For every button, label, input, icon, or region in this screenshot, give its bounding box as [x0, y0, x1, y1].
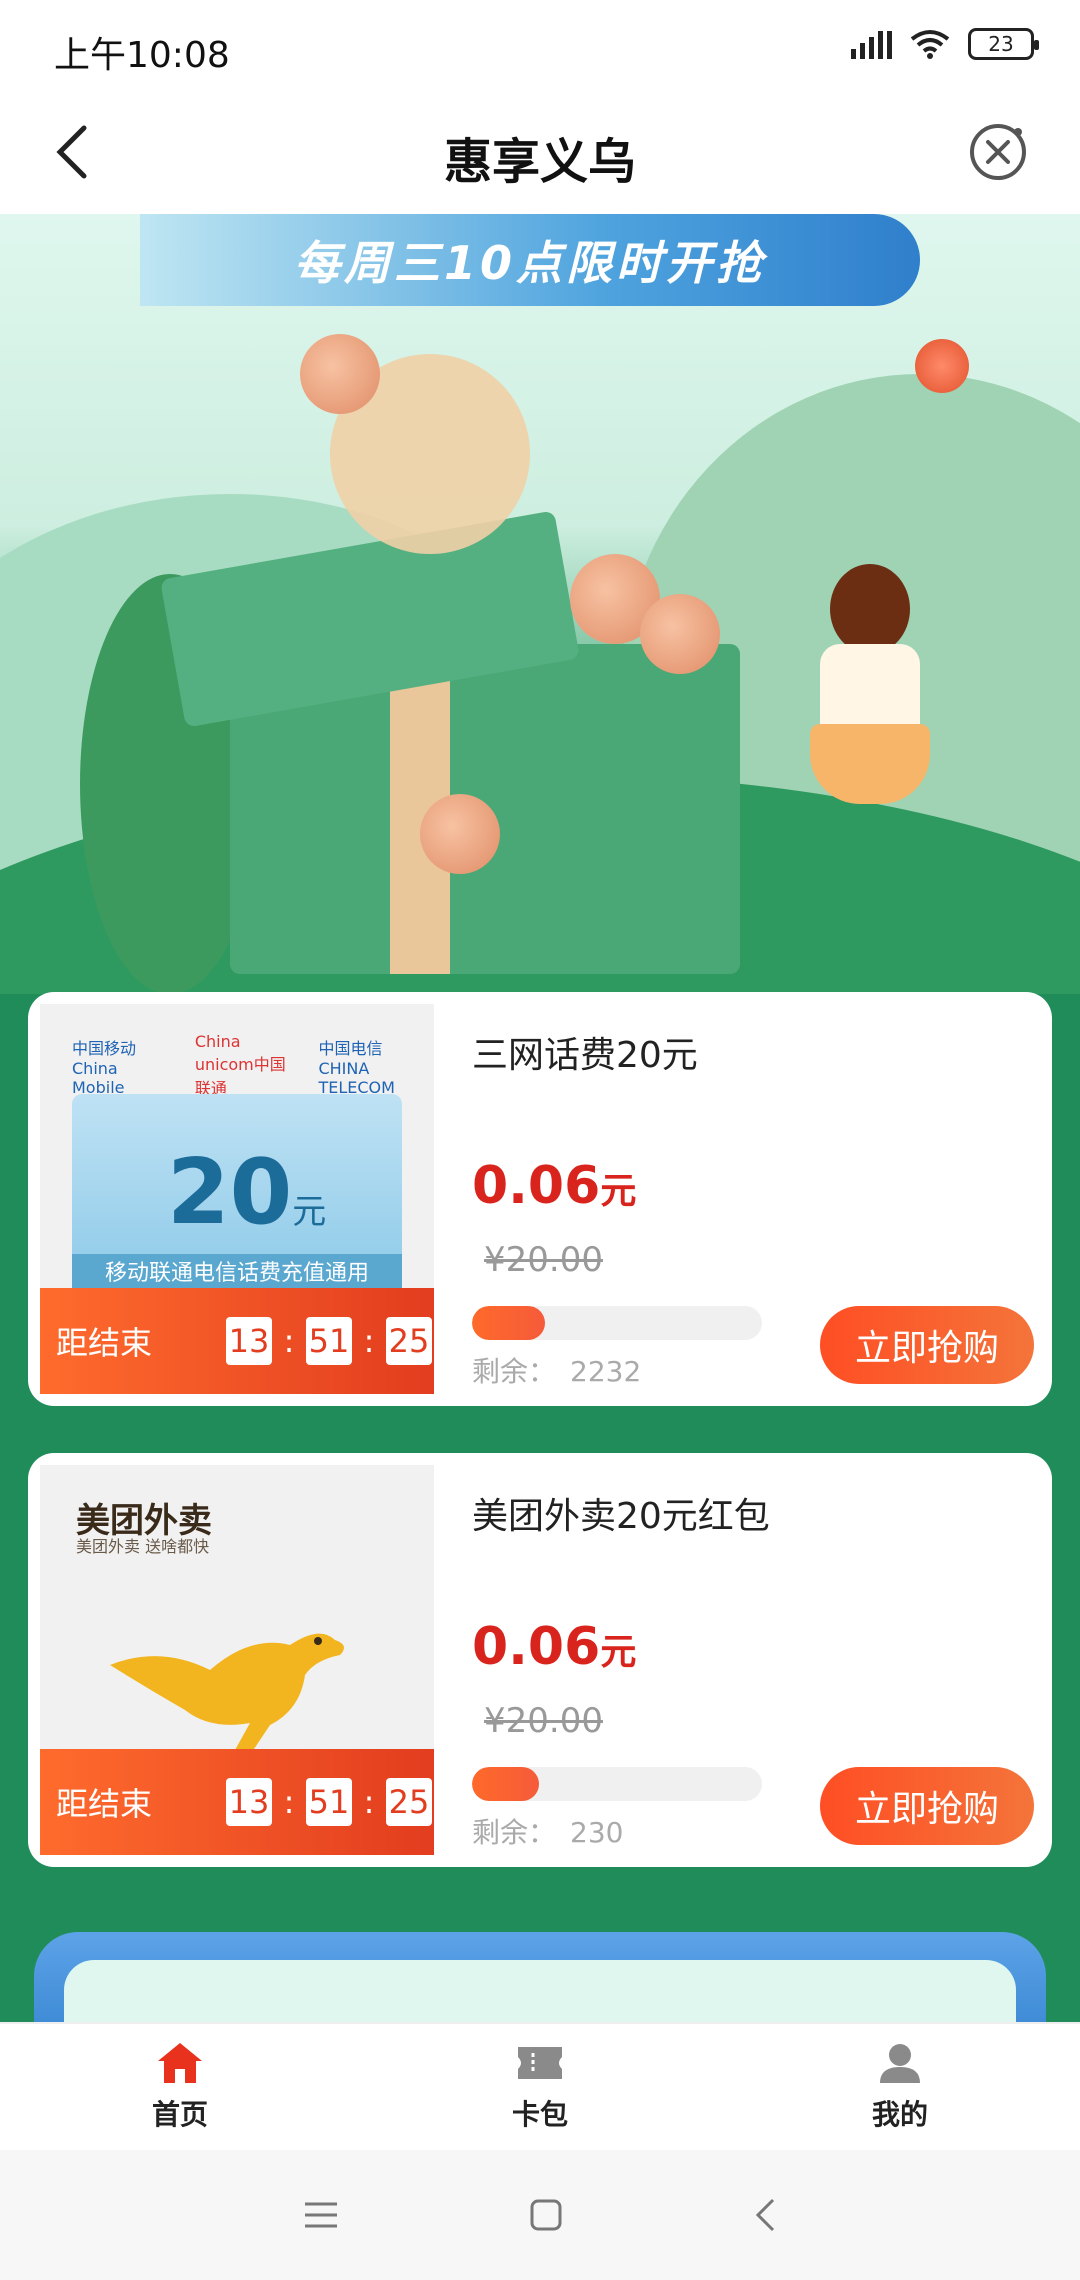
countdown-seconds: 25: [386, 1778, 432, 1826]
meituan-slogan: 美团外卖 送啥都快: [76, 1537, 210, 1556]
stock-progress-bar: [472, 1306, 762, 1340]
status-bar: 上午10:08 23: [0, 0, 1080, 92]
tab-label: 首页: [151, 2098, 208, 2131]
remaining-stock: 剩余： 2232: [472, 1355, 642, 1388]
coin-icon: [420, 794, 500, 874]
countdown-separator: :: [363, 1322, 375, 1360]
home-square-icon[interactable]: [529, 2198, 563, 2232]
product-name: 三网话费20元: [472, 1035, 698, 1076]
countdown-separator: :: [283, 1322, 295, 1360]
tab-card-wallet[interactable]: 卡包: [360, 2024, 720, 2150]
product-card[interactable]: 美团外卖 美团外卖 送啥都快 距结束 13 : 51 : 25 美团外卖20元红…: [28, 1453, 1052, 1867]
battery-level: 23: [988, 32, 1014, 56]
nav-header: 惠享义乌: [0, 92, 1080, 214]
buy-now-button[interactable]: 立即抢购: [820, 1306, 1034, 1384]
status-time: 上午10:08: [54, 35, 230, 76]
close-miniapp-button[interactable]: [966, 120, 1030, 184]
countdown-label: 距结束: [56, 1324, 153, 1362]
tab-profile[interactable]: 我的: [720, 2024, 1080, 2150]
stock-progress-fill: [472, 1306, 545, 1340]
tab-label: 我的: [871, 2098, 928, 2131]
home-icon: [158, 2043, 202, 2083]
stock-progress-fill: [472, 1767, 539, 1801]
tab-label: 卡包: [511, 2098, 568, 2131]
coin-icon: [640, 594, 720, 674]
promo-ribbon: 每周三10点限时开抢: [140, 214, 920, 306]
back-chevron-icon[interactable]: [753, 2197, 777, 2233]
page-title: 惠享义乌: [443, 134, 636, 190]
phone-credit-card-illustration: 20元 移动联通电信话费充值通用: [72, 1094, 402, 1294]
stock-progress-bar: [472, 1767, 762, 1801]
countdown-timer: 距结束 13 : 51 : 25: [40, 1749, 434, 1855]
countdown-hours: 13: [226, 1317, 272, 1365]
product-price: 0.06元: [472, 1617, 637, 1677]
kangaroo-icon: [110, 1633, 344, 1755]
bottom-tab-bar: 首页 卡包 我的: [0, 2022, 1080, 2150]
wifi-icon: [910, 30, 950, 59]
countdown-separator: :: [283, 1783, 295, 1821]
profile-icon: [880, 2044, 920, 2083]
original-price: ¥20.00: [484, 1701, 603, 1741]
girl-illustration: [800, 564, 940, 844]
tab-home[interactable]: 首页: [0, 2024, 360, 2150]
buy-now-button[interactable]: 立即抢购: [820, 1767, 1034, 1845]
china-mobile-logo: 中国移动 China Mobile: [72, 1038, 137, 1097]
product-card[interactable]: 中国移动 China Mobile China unicom中国联通 中国电信 …: [28, 992, 1052, 1406]
product-name: 美团外卖20元红包: [472, 1496, 770, 1537]
credit-amount: 20元: [167, 1140, 327, 1245]
countdown-timer: 距结束 13 : 51 : 25: [40, 1288, 434, 1394]
status-icons: 23: [851, 28, 1039, 60]
countdown-minutes: 51: [306, 1317, 352, 1365]
system-navigation-bar: [0, 2150, 1080, 2280]
remaining-stock: 剩余： 230: [472, 1816, 624, 1849]
product-price: 0.06元: [472, 1156, 637, 1216]
countdown-label: 距结束: [56, 1785, 153, 1823]
card-wallet-icon: [518, 2047, 562, 2079]
coin-icon: [300, 334, 380, 414]
battery-icon: 23: [968, 28, 1039, 60]
signal-icon: [851, 29, 892, 59]
original-price: ¥20.00: [484, 1240, 603, 1280]
countdown-hours: 13: [226, 1778, 272, 1826]
carrier-logos: 中国移动 China Mobile China unicom中国联通 中国电信 …: [72, 1032, 434, 1099]
countdown-seconds: 25: [386, 1317, 432, 1365]
countdown-minutes: 51: [306, 1778, 352, 1826]
menu-icon[interactable]: [303, 2200, 339, 2230]
china-telecom-logo: 中国电信 CHINA TELECOM: [318, 1038, 395, 1097]
coin-icon: [915, 339, 969, 393]
countdown-separator: :: [363, 1783, 375, 1821]
china-unicom-logo: China unicom中国联通: [194, 1032, 286, 1098]
hero-banner[interactable]: 每周三10点限时开抢: [0, 214, 1080, 994]
close-icon: [970, 124, 1026, 180]
